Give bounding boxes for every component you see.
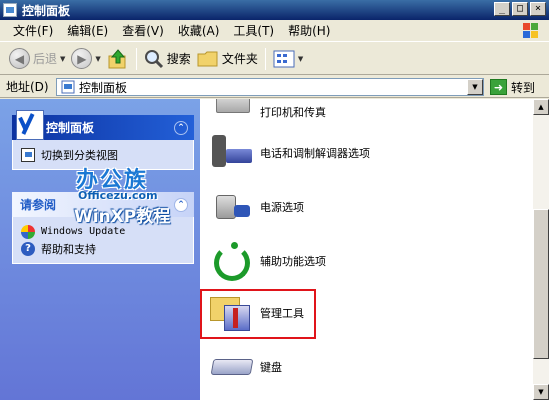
address-dropdown-button[interactable]: ▼ [467,79,483,95]
minimize-button[interactable]: _ [494,2,510,16]
switch-view-icon [21,147,35,162]
power-options-item[interactable]: 电源选项 [208,185,518,229]
forward-button[interactable]: ▶ ▼ [68,46,103,72]
keyboard-item[interactable]: 键盘 [208,345,518,389]
keyboard-icon [208,345,256,389]
search-label: 搜索 [166,52,191,66]
back-button[interactable]: ◀ 后退 ▼ [6,46,68,72]
windows-update-icon [21,224,35,239]
accessibility-options-item[interactable]: 辅助功能选项 [208,239,518,283]
control-panel-section: 控制面板 ⌃ 切换到分类视图 [12,110,194,170]
scroll-up-button[interactable]: ▲ [533,99,549,115]
section-title: 请参阅 [20,198,57,212]
control-panel-items: 打印机和传真 电话和调制解调器选项 电源选项 辅助功能选项 管理工具 键盘 [200,99,533,400]
item-label: 辅助功能选项 [260,254,326,268]
see-also-section: 请参阅 ⌃ Windows Update ? 帮助和支持 [12,192,194,264]
address-label: 地址(D) [6,80,49,94]
link-label: Windows Update [41,226,126,237]
menu-view[interactable]: 查看(V) [115,22,171,39]
link-label: 切换到分类视图 [41,148,118,162]
folder-icon [197,51,218,66]
accessibility-icon [208,239,256,283]
item-label: 键盘 [260,360,282,374]
see-also-section-header[interactable]: 请参阅 ⌃ [12,192,194,217]
phone-and-modem-options-item[interactable]: 电话和调制解调器选项 [208,131,518,175]
phone-modem-icon [208,131,256,175]
up-button[interactable] [104,46,132,72]
control-panel-checkmark-icon [16,110,44,140]
address-input[interactable]: 控制面板 ▼ [56,78,484,96]
windows-logo-icon [523,23,538,38]
go-label: 转到 [511,80,536,95]
chevron-down-icon: ▼ [95,54,101,63]
maximize-button[interactable]: □ [512,2,528,16]
views-button[interactable]: ▼ [270,46,306,72]
link-label: 帮助和支持 [41,242,96,256]
vertical-scrollbar[interactable]: ▲ ▼ [533,99,549,400]
toolbar: ◀ 后退 ▼ ▶ ▼ 搜索 文件夹 ▼ [0,43,549,75]
back-arrow-icon: ◀ [9,48,30,69]
toolbar-separator [135,47,137,70]
search-button[interactable]: 搜索 [141,46,194,72]
folders-button[interactable]: 文件夹 [194,46,261,72]
collapse-chevron-icon[interactable]: ⌃ [174,121,188,135]
scroll-down-button[interactable]: ▼ [533,384,549,400]
help-icon: ? [21,241,35,256]
window-title: 控制面板 [22,3,71,18]
menu-bar: 文件(F) 编辑(E) 查看(V) 收藏(A) 工具(T) 帮助(H) [0,20,549,42]
menu-edit[interactable]: 编辑(E) [60,22,115,39]
close-button[interactable]: × [530,2,546,16]
control-panel-icon [3,3,17,17]
item-label: 电源选项 [260,200,304,214]
back-label: 后退 [33,52,58,66]
go-arrow-icon: ➜ [490,79,507,95]
forward-arrow-icon: ▶ [71,48,93,69]
address-bar: 地址(D) 控制面板 ▼ ➜ 转到 [0,76,549,98]
printers-and-faxes-item[interactable]: 打印机和传真 [208,99,518,125]
task-pane: 控制面板 ⌃ 切换到分类视图 请参阅 ⌃ Windows Update ? 帮助… [0,99,200,400]
search-icon [144,49,163,68]
windows-update-link[interactable]: Windows Update [21,223,185,240]
go-button[interactable]: ➜ 转到 [490,78,535,96]
control-panel-section-body: 切换到分类视图 [12,140,194,170]
see-also-section-body: Windows Update ? 帮助和支持 [12,217,194,264]
menu-help[interactable]: 帮助(H) [281,22,337,39]
item-label: 管理工具 [260,306,304,320]
views-grid-icon [273,50,295,67]
administrative-tools-item[interactable]: 管理工具 [208,291,518,335]
menu-file[interactable]: 文件(F) [6,22,60,39]
switch-to-category-view-link[interactable]: 切换到分类视图 [21,146,185,163]
power-icon [208,185,256,229]
chevron-down-icon: ▼ [60,54,66,63]
toolbar-separator [264,47,266,70]
control-panel-icon [61,80,75,94]
title-bar: 控制面板 _ □ × [0,0,549,20]
menu-tools[interactable]: 工具(T) [226,22,281,39]
item-label: 电话和调制解调器选项 [260,146,370,160]
help-and-support-link[interactable]: ? 帮助和支持 [21,240,185,257]
collapse-chevron-icon[interactable]: ⌃ [174,198,188,212]
item-label: 打印机和传真 [260,105,326,119]
scroll-thumb[interactable] [533,209,549,359]
window-controls: _ □ × [494,2,546,16]
control-panel-section-header[interactable]: 控制面板 ⌃ [12,110,194,140]
menu-favorites[interactable]: 收藏(A) [171,22,227,39]
section-title: 控制面板 [46,121,95,135]
folder-up-icon [108,48,126,68]
printer-icon [208,99,256,125]
address-value: 控制面板 [79,80,128,95]
folders-label: 文件夹 [221,52,258,66]
administrative-tools-icon [208,291,256,335]
chevron-down-icon: ▼ [297,54,304,63]
